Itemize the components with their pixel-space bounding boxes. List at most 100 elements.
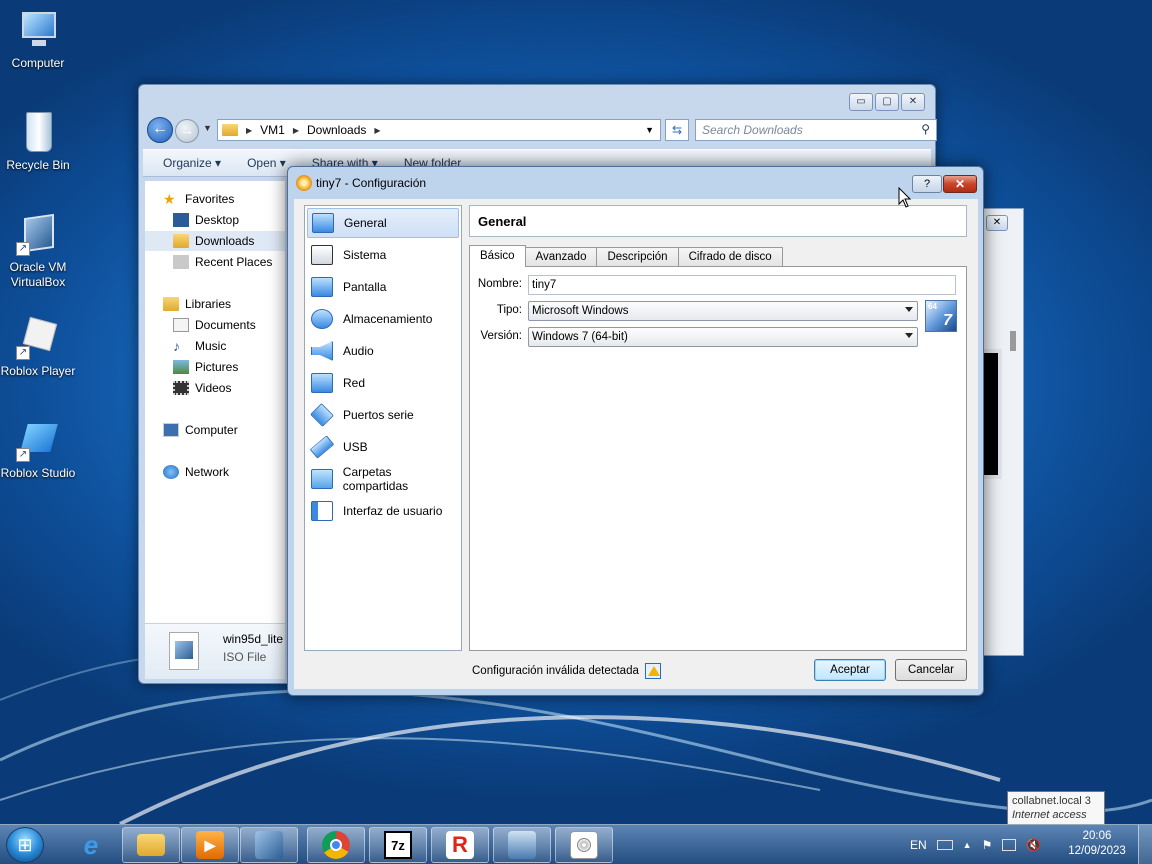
organize-button[interactable]: Organize ▾ bbox=[163, 156, 221, 170]
taskbar-explorer-button[interactable] bbox=[122, 827, 180, 863]
sidebar-item-label: USB bbox=[343, 440, 368, 454]
close-button[interactable]: ✕ bbox=[901, 93, 925, 111]
dialog-title: tiny7 - Configuración bbox=[316, 176, 427, 190]
7zip-icon: 7z bbox=[384, 831, 412, 859]
virtualbox-manager-window[interactable]: ✕ bbox=[982, 208, 1024, 656]
desktop-icon-roblox-player[interactable]: ↗ Roblox Player bbox=[0, 316, 76, 379]
taskbar-media-player-button[interactable]: ▶ bbox=[181, 827, 239, 863]
tab-cifrado-de-disco[interactable]: Cifrado de disco bbox=[677, 247, 783, 267]
nav-libraries[interactable]: Libraries bbox=[145, 294, 285, 314]
scrollbar-thumb[interactable] bbox=[1010, 331, 1016, 351]
refresh-button[interactable]: ⇆ bbox=[665, 119, 689, 141]
window-controls: ▭ ▢ ✕ bbox=[849, 93, 925, 111]
taskbar-roblox-studio-button[interactable]: R bbox=[431, 827, 489, 863]
clock[interactable]: 20:06 12/09/2023 bbox=[1058, 829, 1136, 859]
show-hidden-icons-icon[interactable]: ▲ bbox=[963, 840, 972, 850]
computer-icon bbox=[163, 423, 179, 437]
sidebar-item-puertos-serie[interactable]: Puertos serie bbox=[307, 400, 459, 430]
sidebar-item-label: Puertos serie bbox=[343, 408, 414, 422]
basic-tab-panel: Nombre: tiny7 Tipo: Microsoft Windows Ve… bbox=[469, 266, 967, 651]
desktop-icon bbox=[173, 213, 189, 227]
network-status-icon[interactable] bbox=[1002, 839, 1017, 851]
name-input[interactable]: tiny7 bbox=[528, 275, 956, 295]
taskbar-ie-button[interactable]: e bbox=[62, 827, 120, 863]
desktop-icon-roblox-studio[interactable]: ↗ Roblox Studio bbox=[0, 418, 76, 481]
chevron-right-icon: ▶ bbox=[246, 125, 253, 135]
nav-network[interactable]: Network bbox=[145, 462, 285, 482]
nav-label: Favorites bbox=[185, 192, 235, 206]
nav-downloads[interactable]: Downloads bbox=[145, 231, 285, 251]
nav-desktop[interactable]: Desktop bbox=[145, 210, 285, 230]
nav-pictures[interactable]: Pictures bbox=[145, 357, 285, 377]
sidebar-item-red[interactable]: Red bbox=[307, 368, 459, 398]
recycle-bin-icon bbox=[16, 110, 60, 154]
version-label: Versión: bbox=[480, 330, 522, 342]
recent-pages-dropdown[interactable]: ▼ bbox=[203, 123, 212, 133]
sidebar-item-sistema[interactable]: Sistema bbox=[307, 240, 459, 270]
sidebar-item-carpetas-compartidas[interactable]: Carpetas compartidas bbox=[307, 464, 459, 494]
sidebar-item-interfaz-de-usuario[interactable]: Interfaz de usuario bbox=[307, 496, 459, 526]
type-select[interactable]: Microsoft Windows bbox=[528, 301, 918, 321]
help-button[interactable]: ? bbox=[912, 175, 942, 193]
iso-file-icon bbox=[169, 632, 199, 670]
taskbar-chrome-button[interactable] bbox=[307, 827, 365, 863]
settings-dialog[interactable]: tiny7 - Configuración ? ✕ General Sistem… bbox=[287, 166, 984, 696]
taskbar-network-tool-button[interactable] bbox=[493, 827, 551, 863]
sidebar-item-label: Pantalla bbox=[343, 280, 387, 294]
back-button[interactable]: ← bbox=[147, 117, 173, 143]
name-label: Nombre: bbox=[477, 278, 522, 290]
tooltip-status: Internet access bbox=[1012, 809, 1087, 821]
desktop-icon-virtualbox[interactable]: ↗ Oracle VM VirtualBox bbox=[0, 212, 76, 290]
nav-music[interactable]: ♪ Music bbox=[145, 336, 285, 356]
warning-icon[interactable] bbox=[644, 663, 661, 679]
sidebar-item-almacenamiento[interactable]: Almacenamiento bbox=[307, 304, 459, 334]
desktop-icon-recycle-bin[interactable]: Recycle Bin bbox=[0, 110, 76, 173]
nav-favorites[interactable]: ★ Favorites bbox=[145, 189, 285, 209]
tab-avanzado[interactable]: Avanzado bbox=[524, 247, 598, 267]
tab-basico[interactable]: Básico bbox=[469, 245, 526, 267]
language-indicator[interactable]: EN bbox=[910, 838, 927, 852]
gear-icon bbox=[296, 175, 312, 191]
open-button[interactable]: Open ▾ bbox=[247, 156, 286, 170]
nav-documents[interactable]: Documents bbox=[145, 315, 285, 335]
desktop-icon-computer[interactable]: Computer bbox=[0, 8, 76, 71]
close-button[interactable]: ✕ bbox=[943, 175, 977, 193]
sidebar-item-general[interactable]: General bbox=[307, 208, 459, 238]
nav-videos[interactable]: Videos bbox=[145, 378, 285, 398]
close-button[interactable]: ✕ bbox=[986, 215, 1008, 231]
sidebar-item-pantalla[interactable]: Pantalla bbox=[307, 272, 459, 302]
tab-descripcion[interactable]: Descripción bbox=[596, 247, 679, 267]
taskbar-virtualbox-button[interactable] bbox=[240, 827, 298, 863]
desktop-icon-label: Oracle VM VirtualBox bbox=[9, 260, 67, 289]
address-dropdown-icon[interactable]: ▼ bbox=[645, 125, 654, 135]
computer-icon bbox=[16, 8, 60, 52]
action-center-flag-icon[interactable]: ⚑ bbox=[982, 838, 993, 852]
nav-computer[interactable]: Computer bbox=[145, 420, 285, 440]
chrome-icon bbox=[322, 831, 350, 859]
version-select[interactable]: Windows 7 (64-bit) bbox=[528, 327, 918, 347]
taskbar-7zip-button[interactable]: 7z bbox=[369, 827, 427, 863]
invalid-config-status[interactable]: Configuración inválida detectada bbox=[472, 663, 661, 679]
sidebar-item-usb[interactable]: USB bbox=[307, 432, 459, 462]
nav-recent-places[interactable]: Recent Places bbox=[145, 252, 285, 272]
minimize-button[interactable]: ▭ bbox=[849, 93, 873, 111]
general-icon bbox=[312, 213, 334, 233]
address-bar[interactable]: ▶ VM1 ▶ Downloads ▶ ▼ bbox=[217, 119, 661, 141]
volume-muted-icon[interactable]: 🔇 bbox=[1026, 838, 1041, 852]
roblox-studio-icon: ↗ bbox=[16, 418, 60, 462]
sidebar-item-audio[interactable]: Audio bbox=[307, 336, 459, 366]
desktop-icon-label: Computer bbox=[11, 56, 65, 70]
maximize-button[interactable]: ▢ bbox=[875, 93, 899, 111]
show-desktop-button[interactable] bbox=[1138, 825, 1152, 864]
breadcrumb-downloads[interactable]: Downloads bbox=[307, 123, 366, 137]
start-button[interactable]: ⊞ bbox=[6, 827, 44, 863]
accept-button[interactable]: Aceptar bbox=[814, 659, 886, 681]
cancel-button[interactable]: Cancelar bbox=[895, 659, 967, 681]
keyboard-icon[interactable] bbox=[936, 840, 953, 850]
breadcrumb-vm1[interactable]: VM1 bbox=[260, 123, 285, 137]
chevron-down-icon bbox=[905, 333, 913, 338]
forward-button[interactable]: → bbox=[175, 119, 199, 143]
search-input[interactable]: Search Downloads ⚲ bbox=[695, 119, 937, 141]
taskbar-iso-file-button[interactable] bbox=[555, 827, 613, 863]
network-tooltip: collabnet.local 3 Internet access bbox=[1007, 791, 1105, 825]
